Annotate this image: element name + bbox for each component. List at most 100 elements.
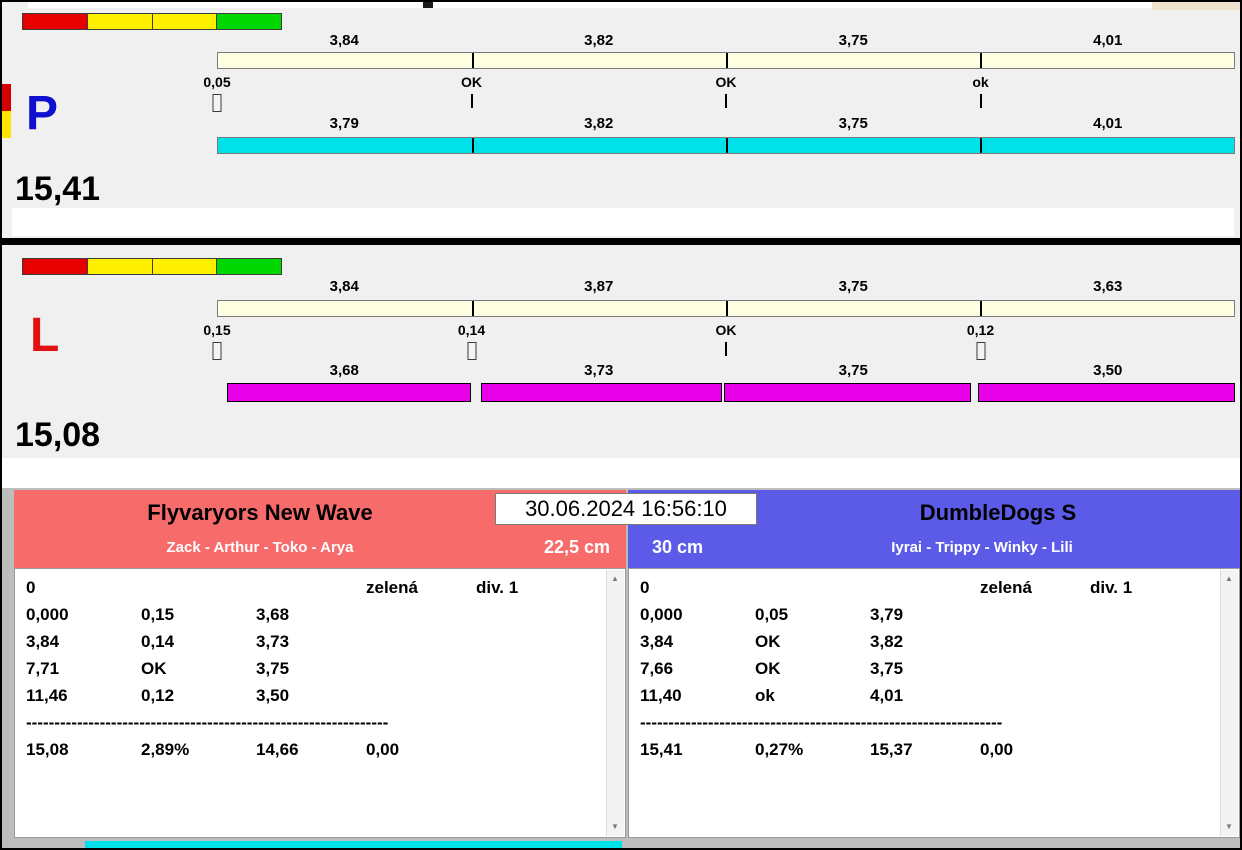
lane-l-start-lights	[22, 258, 282, 275]
separator-row: ----------------------------------------…	[629, 709, 1221, 736]
mark-label: OK	[715, 322, 737, 338]
mark-label: OK	[461, 74, 482, 90]
lane-l-dog-time-values: 3,68 3,73 3,75 3,50	[217, 362, 1235, 379]
penalty-value: 0,05	[755, 605, 789, 624]
penalty-value: OK	[755, 632, 781, 651]
penalty-percent: 2,89%	[141, 740, 190, 759]
team-card-right: DumbleDogs S Iyrai - Trippy - Winky - Li…	[628, 490, 1240, 838]
dog-time: 3,82	[870, 632, 904, 651]
left-edge-yellow-artifact	[2, 111, 11, 138]
cumulative-time: 0,000	[640, 605, 683, 624]
dog-time: 3,75	[870, 659, 904, 678]
light-green-icon	[217, 258, 282, 275]
split-value: 3,87	[584, 278, 614, 295]
cumulative-time: 3,84	[640, 632, 674, 651]
time-bar-segment	[724, 383, 971, 402]
team-right-jump-height: 30 cm	[652, 537, 704, 557]
split-row: 11,40 ok 4,01	[629, 682, 1221, 709]
dog-time-value: 3,75	[838, 115, 868, 132]
bar-divider	[726, 53, 728, 68]
split-row: 7,71 OK 3,75	[15, 655, 607, 682]
mark-label: OK	[715, 74, 737, 90]
vertical-scrollbar[interactable]: ▲ ▼	[1220, 570, 1238, 836]
bar-divider	[726, 301, 728, 316]
net-time: 14,66	[256, 740, 299, 759]
light-yellow-icon	[152, 258, 218, 275]
team-left-name: Flyvaryors New Wave	[147, 500, 373, 525]
penalty-value: OK	[755, 659, 781, 678]
split-value: 3,75	[838, 32, 868, 49]
lane-l-sensor-markers	[212, 342, 1235, 362]
cumulative-time: 11,40	[640, 686, 682, 705]
team-right-name: DumbleDogs S	[919, 500, 1077, 525]
split-value: 3,63	[1093, 278, 1123, 295]
split-value: 3,84	[329, 32, 359, 49]
totals-row: 15,08 2,89% 14,66 0,00	[15, 736, 607, 763]
lane-divider	[2, 238, 1240, 245]
dog-time-value: 3,73	[584, 362, 614, 379]
dog-time-value: 4,01	[1093, 115, 1123, 132]
bar-divider	[472, 53, 474, 68]
dog-time: 4,01	[870, 686, 904, 705]
lane-p-footer-strip	[12, 208, 1234, 236]
totals-row: 15,41 0,27% 15,37 0,00	[629, 736, 1221, 763]
light-yellow-icon	[87, 13, 153, 30]
light-green-icon	[217, 13, 282, 30]
team-left-results-area[interactable]: 0 zelená div. 1 0,000 0,15 3,68 3,84 0,1…	[14, 568, 626, 838]
split-value: 3,82	[584, 32, 614, 49]
mark-label: 0,15	[203, 322, 231, 338]
sensor-box-marker	[212, 94, 222, 112]
top-right-window-fragment	[1152, 2, 1240, 10]
lane-l-total-time: 15,08	[15, 416, 101, 454]
team-right-result-grid: 0 zelená div. 1 0,000 0,05 3,79 3,84 OK …	[629, 574, 1221, 763]
extra-value: 0,00	[366, 740, 400, 759]
cumulative-time: 7,66	[640, 659, 674, 678]
penalty-value: OK	[141, 659, 167, 678]
sensor-box-marker	[467, 342, 476, 360]
scroll-down-icon[interactable]: ▼	[1221, 819, 1237, 835]
dog-time: 3,50	[256, 686, 290, 705]
extra-value: 0,00	[980, 740, 1014, 759]
lane-p-upper-split-values: 3,84 3,82 3,75 4,01	[217, 32, 1235, 49]
status-label: zelená	[980, 578, 1032, 597]
scroll-up-icon[interactable]: ▲	[607, 571, 623, 587]
team-card-left: Flyvaryors New Wave Zack - Arthur - Toko…	[14, 490, 626, 838]
penalty-value: ok	[755, 686, 775, 705]
dog-time-value: 3,75	[838, 362, 868, 379]
dog-time-value: 3,50	[1093, 362, 1123, 379]
penalty-value: 0,14	[141, 632, 175, 651]
light-red-icon	[22, 258, 88, 275]
lane-p-total-time: 15,41	[15, 170, 101, 208]
division-label: div. 1	[476, 578, 519, 597]
penalty-percent: 0,27%	[755, 740, 804, 759]
separator-dashes: ----------------------------------------…	[26, 713, 389, 732]
mark-label: 0,05	[203, 74, 231, 90]
dog-time: 3,73	[256, 632, 290, 651]
lane-l-upper-bar	[217, 300, 1235, 317]
lane-p-sensor-markers	[212, 94, 1235, 114]
cumulative-time: 7,71	[26, 659, 60, 678]
time-bar-segment	[978, 383, 1235, 402]
team-right-results-area[interactable]: 0 zelená div. 1 0,000 0,05 3,79 3,84 OK …	[628, 568, 1240, 838]
bar-divider	[980, 138, 982, 153]
cumulative-time: 11,46	[26, 686, 68, 705]
lane-p-upper-bar	[217, 52, 1235, 69]
lane-p-letter: P	[26, 87, 59, 140]
start-count: 0	[26, 578, 36, 597]
dog-time-value: 3,79	[329, 115, 359, 132]
dog-time-value: 3,68	[329, 362, 359, 379]
info-row: 0 zelená div. 1	[15, 574, 607, 601]
bar-divider	[980, 301, 982, 316]
vertical-scrollbar[interactable]: ▲ ▼	[606, 570, 624, 836]
scroll-up-icon[interactable]: ▲	[1221, 571, 1237, 587]
scroll-down-icon[interactable]: ▼	[607, 819, 623, 835]
tick-marker	[725, 94, 727, 108]
lane-l-time-bar	[217, 383, 1235, 402]
status-label: zelená	[366, 578, 418, 597]
lane-p-panel: 3,84 3,82 3,75 4,01 0,05 OK OK ok 3,79 3…	[12, 10, 1235, 240]
section-spacer-strip	[2, 458, 1240, 488]
total-time: 15,41	[640, 740, 683, 759]
heat-timestamp: 30.06.2024 16:56:10	[495, 493, 757, 525]
sensor-box-marker	[976, 342, 985, 360]
team-left-jump-height: 22,5 cm	[543, 537, 610, 557]
